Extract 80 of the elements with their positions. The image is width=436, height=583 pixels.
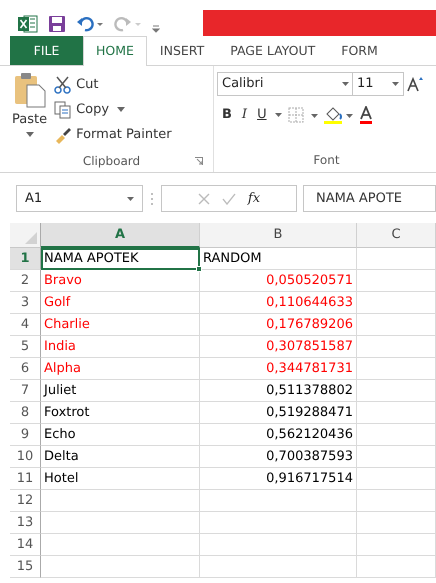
table-cell: Foxtrot xyxy=(41,402,200,424)
font-size-field[interactable]: 11 xyxy=(352,72,404,96)
customize-caret-icon[interactable] xyxy=(152,23,160,33)
clipboard-icon xyxy=(12,72,47,108)
table-cell: Alpha xyxy=(41,358,200,380)
row-header[interactable]: 6 xyxy=(10,358,41,380)
excel-logo-icon xyxy=(18,15,38,33)
table-cell: 0,562120436 xyxy=(200,424,357,446)
scissors-icon xyxy=(54,76,72,94)
group-label: Font xyxy=(313,152,340,169)
table-cell: Delta xyxy=(41,446,200,468)
copy-button[interactable]: Copy xyxy=(52,97,174,122)
table-cell: Bravo xyxy=(41,270,200,292)
dialog-launcher-icon[interactable] xyxy=(195,157,203,165)
table-cell: NAMA APOTEK xyxy=(41,248,200,270)
ribbon-tab[interactable]: INSERT xyxy=(146,36,218,65)
table-cell: 0,110644633 xyxy=(200,292,357,314)
underline-button[interactable]: U xyxy=(255,102,269,127)
column-header[interactable]: C xyxy=(357,223,436,248)
caret-icon xyxy=(26,132,34,136)
row-header[interactable]: 11 xyxy=(10,468,41,490)
cut-button[interactable]: Cut xyxy=(52,72,174,97)
format-painter-button[interactable]: Format Painter xyxy=(52,122,174,147)
formula-input[interactable]: NAMA APOTE xyxy=(303,185,436,212)
row-header[interactable]: 7 xyxy=(10,380,41,402)
row-header[interactable]: 12 xyxy=(10,490,41,512)
table-cell: Echo xyxy=(41,424,200,446)
row-header[interactable]: 14 xyxy=(10,534,41,556)
table-cell: India xyxy=(41,336,200,358)
group-label: Clipboard xyxy=(82,153,140,170)
row-header[interactable]: 9 xyxy=(10,424,41,446)
copy-icon xyxy=(54,100,72,118)
italic-button[interactable]: I xyxy=(240,102,250,127)
font-name-field[interactable]: Calibri xyxy=(217,72,354,96)
caret-icon xyxy=(127,196,134,200)
row-header[interactable]: 5 xyxy=(10,336,41,358)
table-cell: 0,916717514 xyxy=(200,468,357,490)
column-header[interactable]: B xyxy=(200,223,357,248)
caret-icon xyxy=(274,112,282,116)
corner-triangle-icon xyxy=(25,232,37,244)
enter-check-icon[interactable] xyxy=(222,192,236,204)
save-icon[interactable] xyxy=(48,15,66,33)
name-box[interactable]: A1 xyxy=(16,185,143,212)
paintbrush-icon xyxy=(54,126,72,144)
table-cell: Golf xyxy=(41,292,200,314)
ribbon-tab[interactable]: PAGE LAYOUT xyxy=(217,36,328,65)
table-cell: Charlie xyxy=(41,314,200,336)
bold-button[interactable]: B xyxy=(220,102,234,127)
caret-icon xyxy=(342,82,349,86)
table-cell: Juliet xyxy=(41,380,200,402)
ribbon-tab[interactable]: FORM xyxy=(328,36,391,65)
table-cell: 0,511378802 xyxy=(200,380,357,402)
table-cell: 0,700387593 xyxy=(200,446,357,468)
row-header[interactable]: 8 xyxy=(10,402,41,424)
column-header[interactable]: A xyxy=(41,223,200,248)
insert-function-button[interactable]: fx xyxy=(248,188,260,208)
grow-font-icon[interactable] xyxy=(407,76,423,92)
row-header[interactable]: 4 xyxy=(10,314,41,336)
table-cell: 0,344781731 xyxy=(200,358,357,380)
caret-icon xyxy=(392,82,399,86)
paste-button[interactable]: Paste xyxy=(10,72,50,152)
ribbon-tab[interactable]: HOME xyxy=(83,36,147,66)
fill-handle[interactable] xyxy=(196,266,202,272)
row-header[interactable]: 1 xyxy=(10,248,41,270)
table-cell: 0,050520571 xyxy=(200,270,357,292)
row-header[interactable]: 2 xyxy=(10,270,41,292)
table-cell: 0,176789206 xyxy=(200,314,357,336)
table-cell: 0,307851587 xyxy=(200,336,357,358)
borders-icon[interactable] xyxy=(288,106,318,122)
fill-color-icon[interactable] xyxy=(324,106,354,124)
table-cell: RANDOM xyxy=(200,248,357,270)
row-header[interactable]: 13 xyxy=(10,512,41,534)
table-cell: Hotel xyxy=(41,468,200,490)
ribbon-tab[interactable]: FILE xyxy=(10,36,83,65)
table-cell: 0,519288471 xyxy=(200,402,357,424)
row-header[interactable]: 15 xyxy=(10,556,41,578)
undo-icon[interactable] xyxy=(76,15,104,33)
row-header[interactable]: 10 xyxy=(10,446,41,468)
font-color-icon[interactable] xyxy=(360,106,372,124)
row-header[interactable]: 3 xyxy=(10,292,41,314)
